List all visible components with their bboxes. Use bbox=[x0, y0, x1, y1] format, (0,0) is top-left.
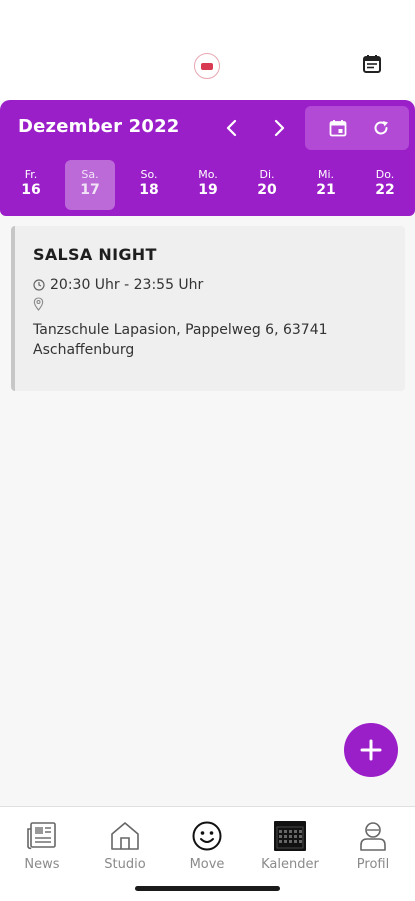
plus-icon bbox=[360, 739, 382, 761]
event-title: SALSA NIGHT bbox=[33, 245, 157, 264]
day-name: Mo. bbox=[198, 168, 218, 181]
calendar-list-button[interactable] bbox=[361, 53, 383, 75]
calendar-today-icon bbox=[329, 120, 347, 137]
add-button[interactable] bbox=[344, 723, 398, 777]
day-so-18[interactable]: So. 18 bbox=[124, 160, 174, 210]
week-days-row: Fr. 16 Sa. 17 So. 18 Mo. 19 Di. 20 Mi. 2… bbox=[0, 156, 415, 216]
calendar-grid-icon bbox=[255, 819, 325, 853]
day-name: Do. bbox=[375, 168, 395, 181]
chevron-right-icon bbox=[274, 119, 285, 137]
person-icon bbox=[338, 819, 408, 853]
tab-kalender[interactable]: Kalender bbox=[255, 819, 325, 883]
next-week-button[interactable] bbox=[265, 114, 295, 142]
day-sa-17[interactable]: Sa. 17 bbox=[65, 160, 115, 210]
day-fr-16[interactable]: Fr. 16 bbox=[6, 160, 56, 210]
previous-week-button[interactable] bbox=[216, 114, 246, 142]
day-number: 17 bbox=[80, 182, 100, 198]
calendar-bar: Dezember 2022 Fr. 16 Sa. 17 So. 18 Mo. 1… bbox=[0, 100, 415, 216]
event-location: Tanzschule Lapasion, Pappelweg 6, 63741 … bbox=[33, 322, 328, 358]
location-pin-icon bbox=[33, 297, 44, 311]
refresh-icon bbox=[374, 121, 388, 135]
today-button[interactable] bbox=[326, 117, 350, 139]
tab-studio[interactable]: Studio bbox=[90, 819, 160, 883]
month-title: Dezember 2022 bbox=[18, 116, 180, 137]
day-mi-21[interactable]: Mi. 21 bbox=[301, 160, 351, 210]
studio-logo bbox=[194, 53, 220, 79]
tab-label: Kalender bbox=[261, 857, 319, 872]
event-card[interactable]: SALSA NIGHT 20:30 Uhr - 23:55 Uhr Tanzsc… bbox=[11, 226, 405, 391]
day-name: Mi. bbox=[317, 168, 335, 181]
day-di-20[interactable]: Di. 20 bbox=[242, 160, 292, 210]
event-time: 20:30 Uhr - 23:55 Uhr bbox=[50, 277, 204, 293]
day-number: 21 bbox=[316, 182, 336, 198]
event-time-row: 20:30 Uhr - 23:55 Uhr bbox=[33, 277, 203, 293]
refresh-button[interactable] bbox=[369, 117, 393, 139]
day-name: So. bbox=[140, 168, 158, 181]
tab-label: News bbox=[24, 857, 60, 872]
tab-news[interactable]: News bbox=[7, 819, 77, 883]
calendar-tools bbox=[305, 106, 409, 150]
day-number: 20 bbox=[257, 182, 277, 198]
day-name: Di. bbox=[259, 168, 275, 181]
day-number: 18 bbox=[139, 182, 159, 198]
day-number: 16 bbox=[21, 182, 41, 198]
day-number: 22 bbox=[375, 182, 395, 198]
day-name: Sa. bbox=[81, 168, 99, 181]
tab-label: Studio bbox=[104, 857, 146, 872]
month-row: Dezember 2022 bbox=[0, 100, 415, 156]
day-do-22[interactable]: Do. 22 bbox=[360, 160, 410, 210]
chevron-left-icon bbox=[226, 119, 237, 137]
day-mo-19[interactable]: Mo. 19 bbox=[183, 160, 233, 210]
tab-move[interactable]: Move bbox=[172, 819, 242, 883]
smiley-icon bbox=[172, 819, 242, 853]
tab-label: Move bbox=[189, 857, 225, 872]
day-number: 19 bbox=[198, 182, 218, 198]
home-indicator bbox=[135, 886, 280, 891]
news-icon bbox=[7, 819, 77, 853]
tab-profil[interactable]: Profil bbox=[338, 819, 408, 883]
house-icon bbox=[90, 819, 160, 853]
tab-label: Profil bbox=[356, 857, 390, 872]
clock-icon bbox=[33, 279, 45, 291]
top-header bbox=[0, 0, 415, 100]
logo-mark bbox=[201, 62, 213, 70]
calendar-list-icon bbox=[363, 55, 381, 73]
day-name: Fr. bbox=[24, 168, 38, 181]
